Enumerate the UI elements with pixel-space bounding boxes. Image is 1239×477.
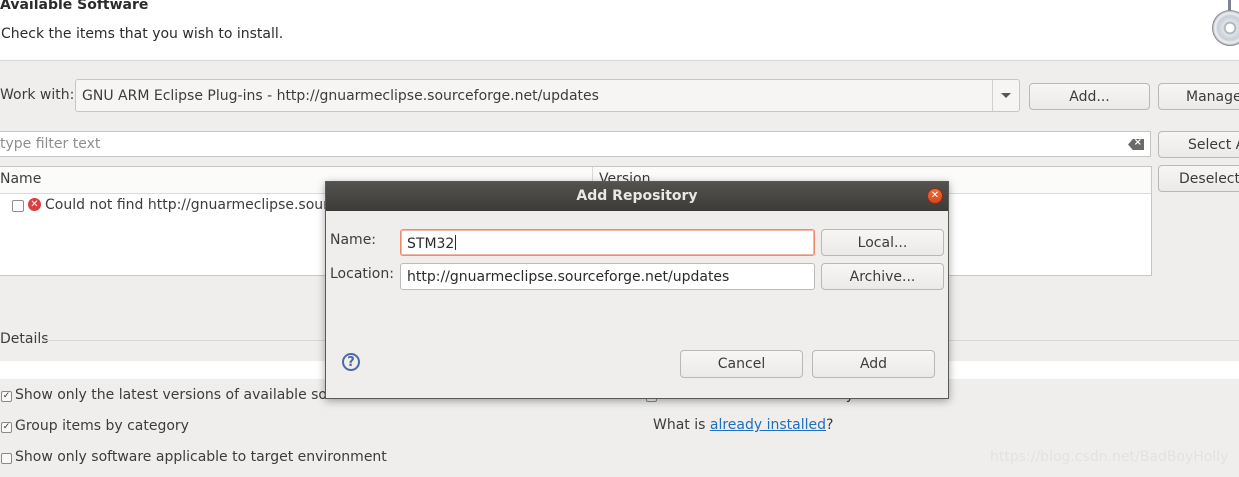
- help-icon[interactable]: ?: [342, 353, 360, 371]
- error-icon: ✕: [28, 198, 41, 211]
- name-value-text: STM32: [407, 236, 455, 252]
- details-label: Details: [0, 331, 49, 347]
- archive-label: Archive...: [849, 269, 916, 285]
- cancel-label: Cancel: [717, 356, 766, 372]
- latest-versions-checkbox[interactable]: ✓: [1, 391, 12, 402]
- local-label: Local...: [857, 235, 908, 251]
- latest-versions-label: Show only the latest versions of availab…: [15, 387, 372, 403]
- what-is-suffix: ?: [826, 417, 834, 433]
- header-banner: Available Software Check the items that …: [0, 0, 1239, 61]
- add-label: Add: [859, 356, 888, 372]
- chevron-down-icon[interactable]: [1001, 93, 1011, 98]
- deselect-all-button[interactable]: Deselect: [1158, 165, 1239, 192]
- local-button[interactable]: Local...: [821, 229, 944, 256]
- page-title: Available Software: [0, 0, 149, 13]
- what-is-prefix: What is: [653, 417, 710, 433]
- work-with-label: Work with:: [0, 87, 75, 103]
- name-value: STM32: [407, 235, 457, 252]
- add-site-label: Add...: [1069, 89, 1110, 105]
- dialog-title: Add Repository: [576, 188, 698, 204]
- cancel-button[interactable]: Cancel: [680, 350, 803, 378]
- column-header-name[interactable]: Name: [0, 171, 41, 187]
- deselect-label: Deselect: [1179, 171, 1239, 187]
- location-label: Location:: [330, 266, 394, 282]
- page-subtitle: Check the items that you wish to install…: [1, 26, 284, 42]
- add-repository-dialog: Add Repository ✕ Name: STM32 Local... Lo…: [325, 181, 949, 399]
- manage-button[interactable]: Manage: [1158, 83, 1239, 110]
- what-is-installed-text: What is already installed?: [653, 417, 833, 433]
- target-env-checkbox[interactable]: [1, 453, 12, 464]
- close-icon[interactable]: ✕: [927, 188, 943, 204]
- name-field[interactable]: STM32: [400, 229, 815, 256]
- watermark: https://blog.csdn.net/BadBoyHolly: [990, 449, 1229, 465]
- select-all-button[interactable]: Select A: [1158, 131, 1239, 158]
- name-label: Name:: [330, 232, 377, 248]
- row-checkbox[interactable]: [12, 200, 24, 212]
- work-with-value: GNU ARM Eclipse Plug-ins - http://gnuarm…: [82, 88, 599, 104]
- cd-install-icon: [1212, 10, 1239, 46]
- target-env-label: Show only software applicable to target …: [15, 449, 387, 465]
- location-value: http://gnuarmeclipse.sourceforge.net/upd…: [407, 269, 730, 285]
- combo-separator: [992, 80, 993, 111]
- group-by-category-label: Group items by category: [15, 418, 189, 434]
- row-name: Could not find http://gnuarmeclipse.sour…: [45, 197, 337, 213]
- group-by-category-checkbox[interactable]: ✓: [1, 422, 12, 433]
- filter-input[interactable]: type filter text ×: [0, 131, 1151, 157]
- clear-x-icon: ×: [1133, 137, 1142, 148]
- filter-placeholder: type filter text: [0, 136, 101, 152]
- add-button[interactable]: Add: [812, 350, 935, 378]
- text-caret: [455, 235, 457, 250]
- select-all-label: Select A: [1188, 137, 1239, 153]
- work-with-combo[interactable]: GNU ARM Eclipse Plug-ins - http://gnuarm…: [75, 79, 1020, 112]
- dialog-titlebar[interactable]: Add Repository ✕: [326, 182, 948, 211]
- add-site-button[interactable]: Add...: [1029, 83, 1150, 110]
- already-installed-link[interactable]: already installed: [710, 417, 826, 433]
- location-field[interactable]: http://gnuarmeclipse.sourceforge.net/upd…: [400, 263, 815, 290]
- manage-label: Manage: [1186, 89, 1239, 105]
- archive-button[interactable]: Archive...: [821, 263, 944, 290]
